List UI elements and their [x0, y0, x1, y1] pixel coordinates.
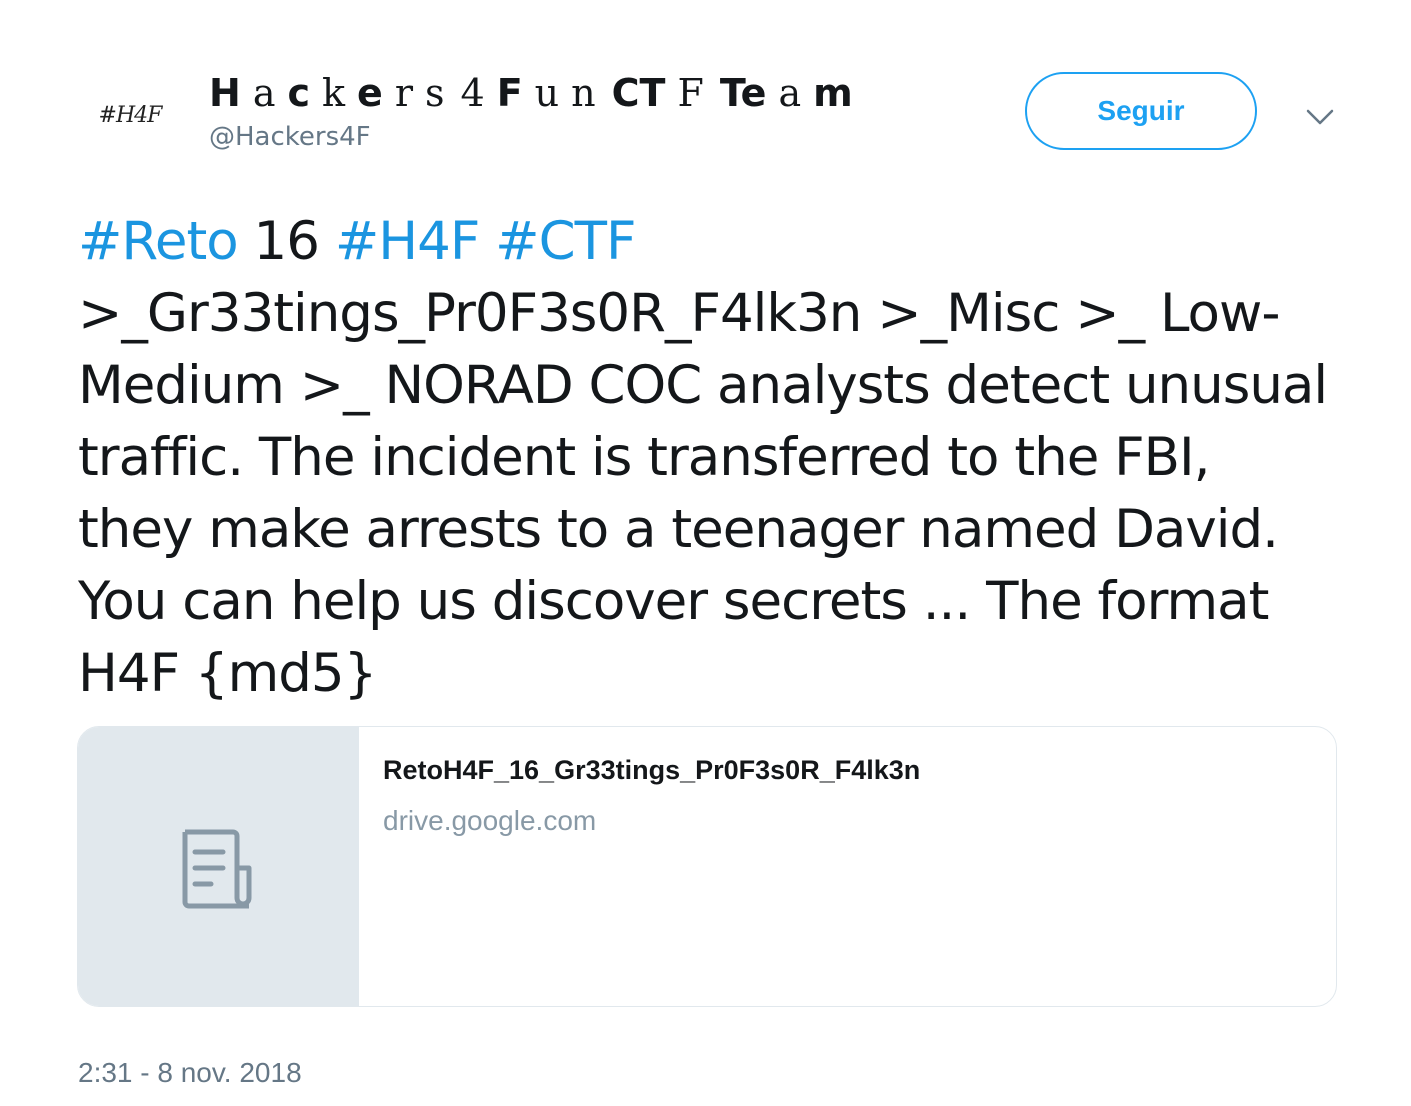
- display-name-letter: s: [424, 71, 445, 115]
- user-handle[interactable]: @Hackers4F: [209, 122, 371, 152]
- link-card[interactable]: RetoH4F_16_Gr33tings_Pr0F3s0R_F4lk3n dri…: [77, 726, 1337, 1007]
- hashtag-reto[interactable]: #Reto: [78, 211, 239, 272]
- display-name-letter: F: [677, 71, 704, 115]
- display-name[interactable]: Ha c k e r s 4 Fu n CT F Te a m: [209, 68, 865, 118]
- hashtag-ctf[interactable]: #CTF: [495, 211, 636, 272]
- follow-button[interactable]: Seguir: [1025, 72, 1257, 150]
- display-name-letter: a: [252, 71, 276, 115]
- card-domain: drive.google.com: [383, 805, 597, 836]
- display-name-letter: c: [287, 71, 310, 115]
- tweet: #H4F Ha c k e r s 4 Fu n CT F Te a m @Hackers4F Segui…: [0, 0, 1411, 1106]
- card-title: RetoH4F_16_Gr33tings_Pr0F3s0R_F4lk3n: [383, 755, 921, 785]
- avatar-logo-text: #H4F: [98, 102, 163, 128]
- display-name-letter: e: [357, 71, 383, 115]
- tweet-text: #Reto 16 #H4F #CTF >_Gr33tings_Pr0F3s0R_…: [78, 206, 1338, 710]
- display-name-letter: n: [571, 71, 596, 115]
- display-name-letter: CT: [611, 71, 666, 115]
- tweet-number: 16: [253, 211, 320, 272]
- follow-button-label: Seguir: [1097, 95, 1185, 126]
- tweet-timestamp[interactable]: 2:31 - 8 nov. 2018: [78, 1057, 302, 1089]
- display-name-letter: H: [209, 71, 241, 115]
- document-icon: [182, 829, 251, 908]
- chevron-down-icon: [1306, 109, 1334, 125]
- hashtag-h4f[interactable]: #H4F: [335, 211, 480, 272]
- display-name-letter: Te: [719, 71, 767, 115]
- display-name-letter: 4: [460, 71, 485, 115]
- card-thumbnail: [78, 727, 359, 1006]
- display-name-letter: a: [778, 71, 802, 115]
- display-name-letter: k: [322, 71, 346, 115]
- display-name-letter: F: [496, 71, 523, 115]
- display-name-letter: r: [394, 71, 413, 115]
- more-menu-button[interactable]: [1300, 100, 1340, 134]
- display-name-letter: m: [813, 71, 853, 115]
- display-name-letter: u: [534, 71, 560, 115]
- avatar[interactable]: #H4F: [80, 80, 180, 150]
- tweet-body: >_Gr33tings_Pr0F3s0R_F4lk3n >_Misc >_ Lo…: [78, 283, 1328, 704]
